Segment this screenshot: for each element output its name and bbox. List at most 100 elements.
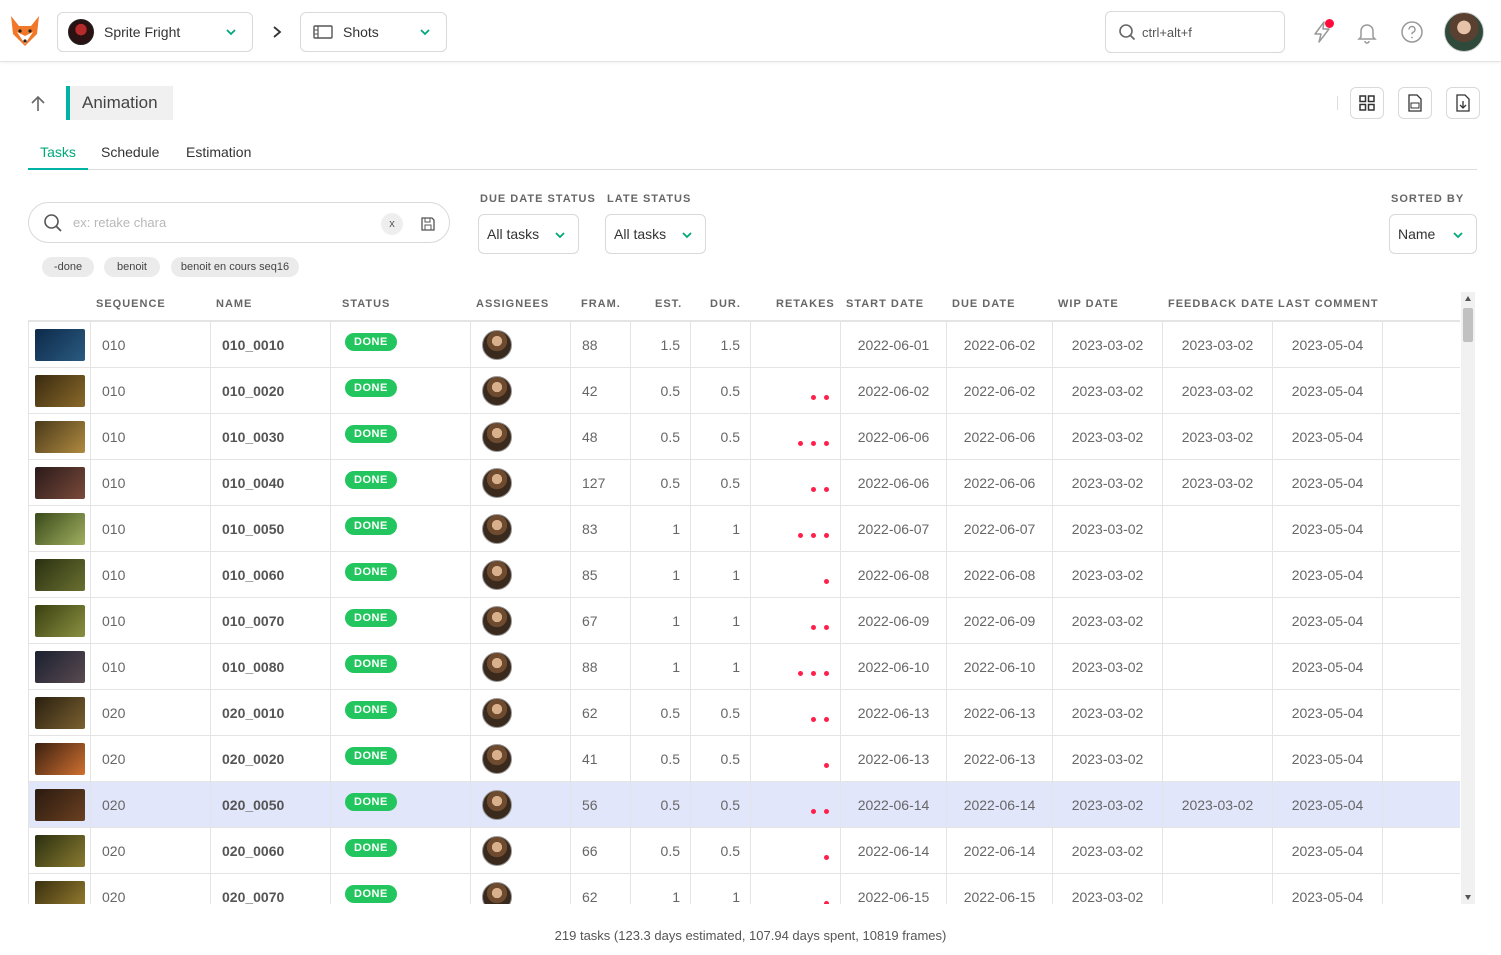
shot-name-cell[interactable]: 010_0070: [211, 598, 331, 644]
status-badge[interactable]: DONE: [345, 517, 397, 535]
status-badge[interactable]: DONE: [345, 563, 397, 581]
column-header-status[interactable]: STATUS: [342, 298, 390, 310]
shot-thumbnail[interactable]: [35, 605, 85, 637]
clear-search-button[interactable]: x: [381, 213, 403, 235]
start-date-cell[interactable]: 2022-06-06: [841, 460, 947, 506]
table-row[interactable]: 010 010_0020 DONE 42 0.5 0.5 2022-06-02 2022-06…: [29, 368, 1460, 414]
import-csv-button[interactable]: [1398, 87, 1432, 119]
estimation-cell[interactable]: 0.5: [631, 368, 691, 414]
assignee-avatar[interactable]: [482, 330, 512, 360]
due-date-cell[interactable]: 2022-06-10: [947, 644, 1053, 690]
saved-search-chip[interactable]: -done: [42, 257, 94, 277]
scroll-down-icon[interactable]: [1464, 893, 1472, 901]
shot-thumbnail[interactable]: [35, 881, 85, 904]
shot-name-cell[interactable]: 020_0010: [211, 690, 331, 736]
shot-thumbnail[interactable]: [35, 835, 85, 867]
saved-search-chip[interactable]: benoit en cours seq16: [171, 257, 299, 277]
tab-tasks[interactable]: Tasks: [28, 144, 88, 170]
start-date-cell[interactable]: 2022-06-08: [841, 552, 947, 598]
status-badge[interactable]: DONE: [345, 839, 397, 857]
back-arrow-icon[interactable]: [28, 93, 48, 113]
global-search-input[interactable]: ctrl+alt+f: [1105, 11, 1285, 53]
assignee-avatar[interactable]: [482, 560, 512, 590]
table-row[interactable]: 010 010_0060 DONE 85 1 1 2022-06-08 2022-06-08 2…: [29, 552, 1460, 598]
tab-schedule[interactable]: Schedule: [101, 144, 159, 170]
due-date-cell[interactable]: 2022-06-02: [947, 322, 1053, 368]
column-header-wip-date[interactable]: WIP DATE: [1058, 298, 1119, 310]
due-date-cell[interactable]: 2022-06-06: [947, 460, 1053, 506]
estimation-cell[interactable]: 1: [631, 644, 691, 690]
status-badge[interactable]: DONE: [345, 471, 397, 489]
start-date-cell[interactable]: 2022-06-15: [841, 874, 947, 904]
table-row[interactable]: 020 020_0060 DONE 66 0.5 0.5 2022-06-14 2022-06…: [29, 828, 1460, 874]
estimation-cell[interactable]: 0.5: [631, 828, 691, 874]
shot-thumbnail[interactable]: [35, 329, 85, 361]
assignee-avatar[interactable]: [482, 744, 512, 774]
table-row[interactable]: 010 010_0050 DONE 83 1 1 2022-06-07 2022-06-07 2…: [29, 506, 1460, 552]
shot-thumbnail[interactable]: [35, 559, 85, 591]
assignee-avatar[interactable]: [482, 836, 512, 866]
due-date-cell[interactable]: 2022-06-09: [947, 598, 1053, 644]
toggle-view-button[interactable]: [1350, 87, 1384, 119]
status-badge[interactable]: DONE: [345, 793, 397, 811]
table-scrollbar[interactable]: [1461, 292, 1475, 904]
shot-thumbnail[interactable]: [35, 697, 85, 729]
column-header-retakes[interactable]: RETAKES: [776, 298, 835, 310]
table-row[interactable]: 010 010_0040 DONE 127 0.5 0.5 2022-06-06 2022-0…: [29, 460, 1460, 506]
shot-thumbnail[interactable]: [35, 421, 85, 453]
due-date-status-select[interactable]: All tasks: [478, 214, 579, 254]
start-date-cell[interactable]: 2022-06-14: [841, 782, 947, 828]
table-row[interactable]: 020 020_0010 DONE 62 0.5 0.5 2022-06-13 2022-06…: [29, 690, 1460, 736]
assignee-avatar[interactable]: [482, 514, 512, 544]
column-header-estimation[interactable]: EST.: [655, 298, 682, 310]
shot-name-cell[interactable]: 010_0030: [211, 414, 331, 460]
start-date-cell[interactable]: 2022-06-02: [841, 368, 947, 414]
table-row[interactable]: 020 020_0070 DONE 62 1 1 2022-06-15 2022-06-15 2…: [29, 874, 1460, 904]
shot-thumbnail[interactable]: [35, 743, 85, 775]
assignee-avatar[interactable]: [482, 652, 512, 682]
shot-name-cell[interactable]: 020_0060: [211, 828, 331, 874]
status-badge[interactable]: DONE: [345, 609, 397, 627]
start-date-cell[interactable]: 2022-06-01: [841, 322, 947, 368]
table-row[interactable]: 010 010_0010 DONE 88 1.5 1.5 2022-06-01 2022-06…: [29, 322, 1460, 368]
scrollbar-thumb[interactable]: [1463, 308, 1473, 342]
save-search-icon[interactable]: [420, 216, 436, 232]
estimation-cell[interactable]: 1: [631, 506, 691, 552]
assignee-avatar[interactable]: [482, 882, 512, 904]
shot-name-cell[interactable]: 020_0050: [211, 782, 331, 828]
due-date-cell[interactable]: 2022-06-02: [947, 368, 1053, 414]
assignee-avatar[interactable]: [482, 790, 512, 820]
status-badge[interactable]: DONE: [345, 425, 397, 443]
due-date-cell[interactable]: 2022-06-15: [947, 874, 1053, 904]
start-date-cell[interactable]: 2022-06-13: [841, 690, 947, 736]
due-date-cell[interactable]: 2022-06-13: [947, 736, 1053, 782]
production-selector[interactable]: Sprite Fright: [57, 12, 253, 52]
status-badge[interactable]: DONE: [345, 379, 397, 397]
start-date-cell[interactable]: 2022-06-14: [841, 828, 947, 874]
due-date-cell[interactable]: 2022-06-14: [947, 782, 1053, 828]
due-date-cell[interactable]: 2022-06-07: [947, 506, 1053, 552]
start-date-cell[interactable]: 2022-06-09: [841, 598, 947, 644]
shot-thumbnail[interactable]: [35, 789, 85, 821]
saved-search-chip[interactable]: benoit: [104, 257, 160, 277]
shot-thumbnail[interactable]: [35, 651, 85, 683]
start-date-cell[interactable]: 2022-06-13: [841, 736, 947, 782]
shot-thumbnail[interactable]: [35, 513, 85, 545]
column-header-sequence[interactable]: SEQUENCE: [96, 298, 166, 310]
status-badge[interactable]: DONE: [345, 885, 397, 903]
fox-logo-icon[interactable]: [9, 14, 41, 48]
export-button[interactable]: [1446, 87, 1480, 119]
estimation-cell[interactable]: 0.5: [631, 414, 691, 460]
start-date-cell[interactable]: 2022-06-10: [841, 644, 947, 690]
assignee-avatar[interactable]: [482, 606, 512, 636]
status-badge[interactable]: DONE: [345, 701, 397, 719]
status-badge[interactable]: DONE: [345, 747, 397, 765]
start-date-cell[interactable]: 2022-06-07: [841, 506, 947, 552]
table-row[interactable]: 020 020_0050 DONE 56 0.5 0.5 2022-06-14 2022-06…: [29, 782, 1460, 828]
column-header-duration[interactable]: DUR.: [710, 298, 741, 310]
shot-name-cell[interactable]: 010_0060: [211, 552, 331, 598]
help-icon[interactable]: [1400, 20, 1424, 44]
column-header-assignees[interactable]: ASSIGNEES: [476, 298, 549, 310]
tab-estimation[interactable]: Estimation: [186, 144, 251, 170]
table-row[interactable]: 010 010_0080 DONE 88 1 1 2022-06-10 2022-06-10 2…: [29, 644, 1460, 690]
